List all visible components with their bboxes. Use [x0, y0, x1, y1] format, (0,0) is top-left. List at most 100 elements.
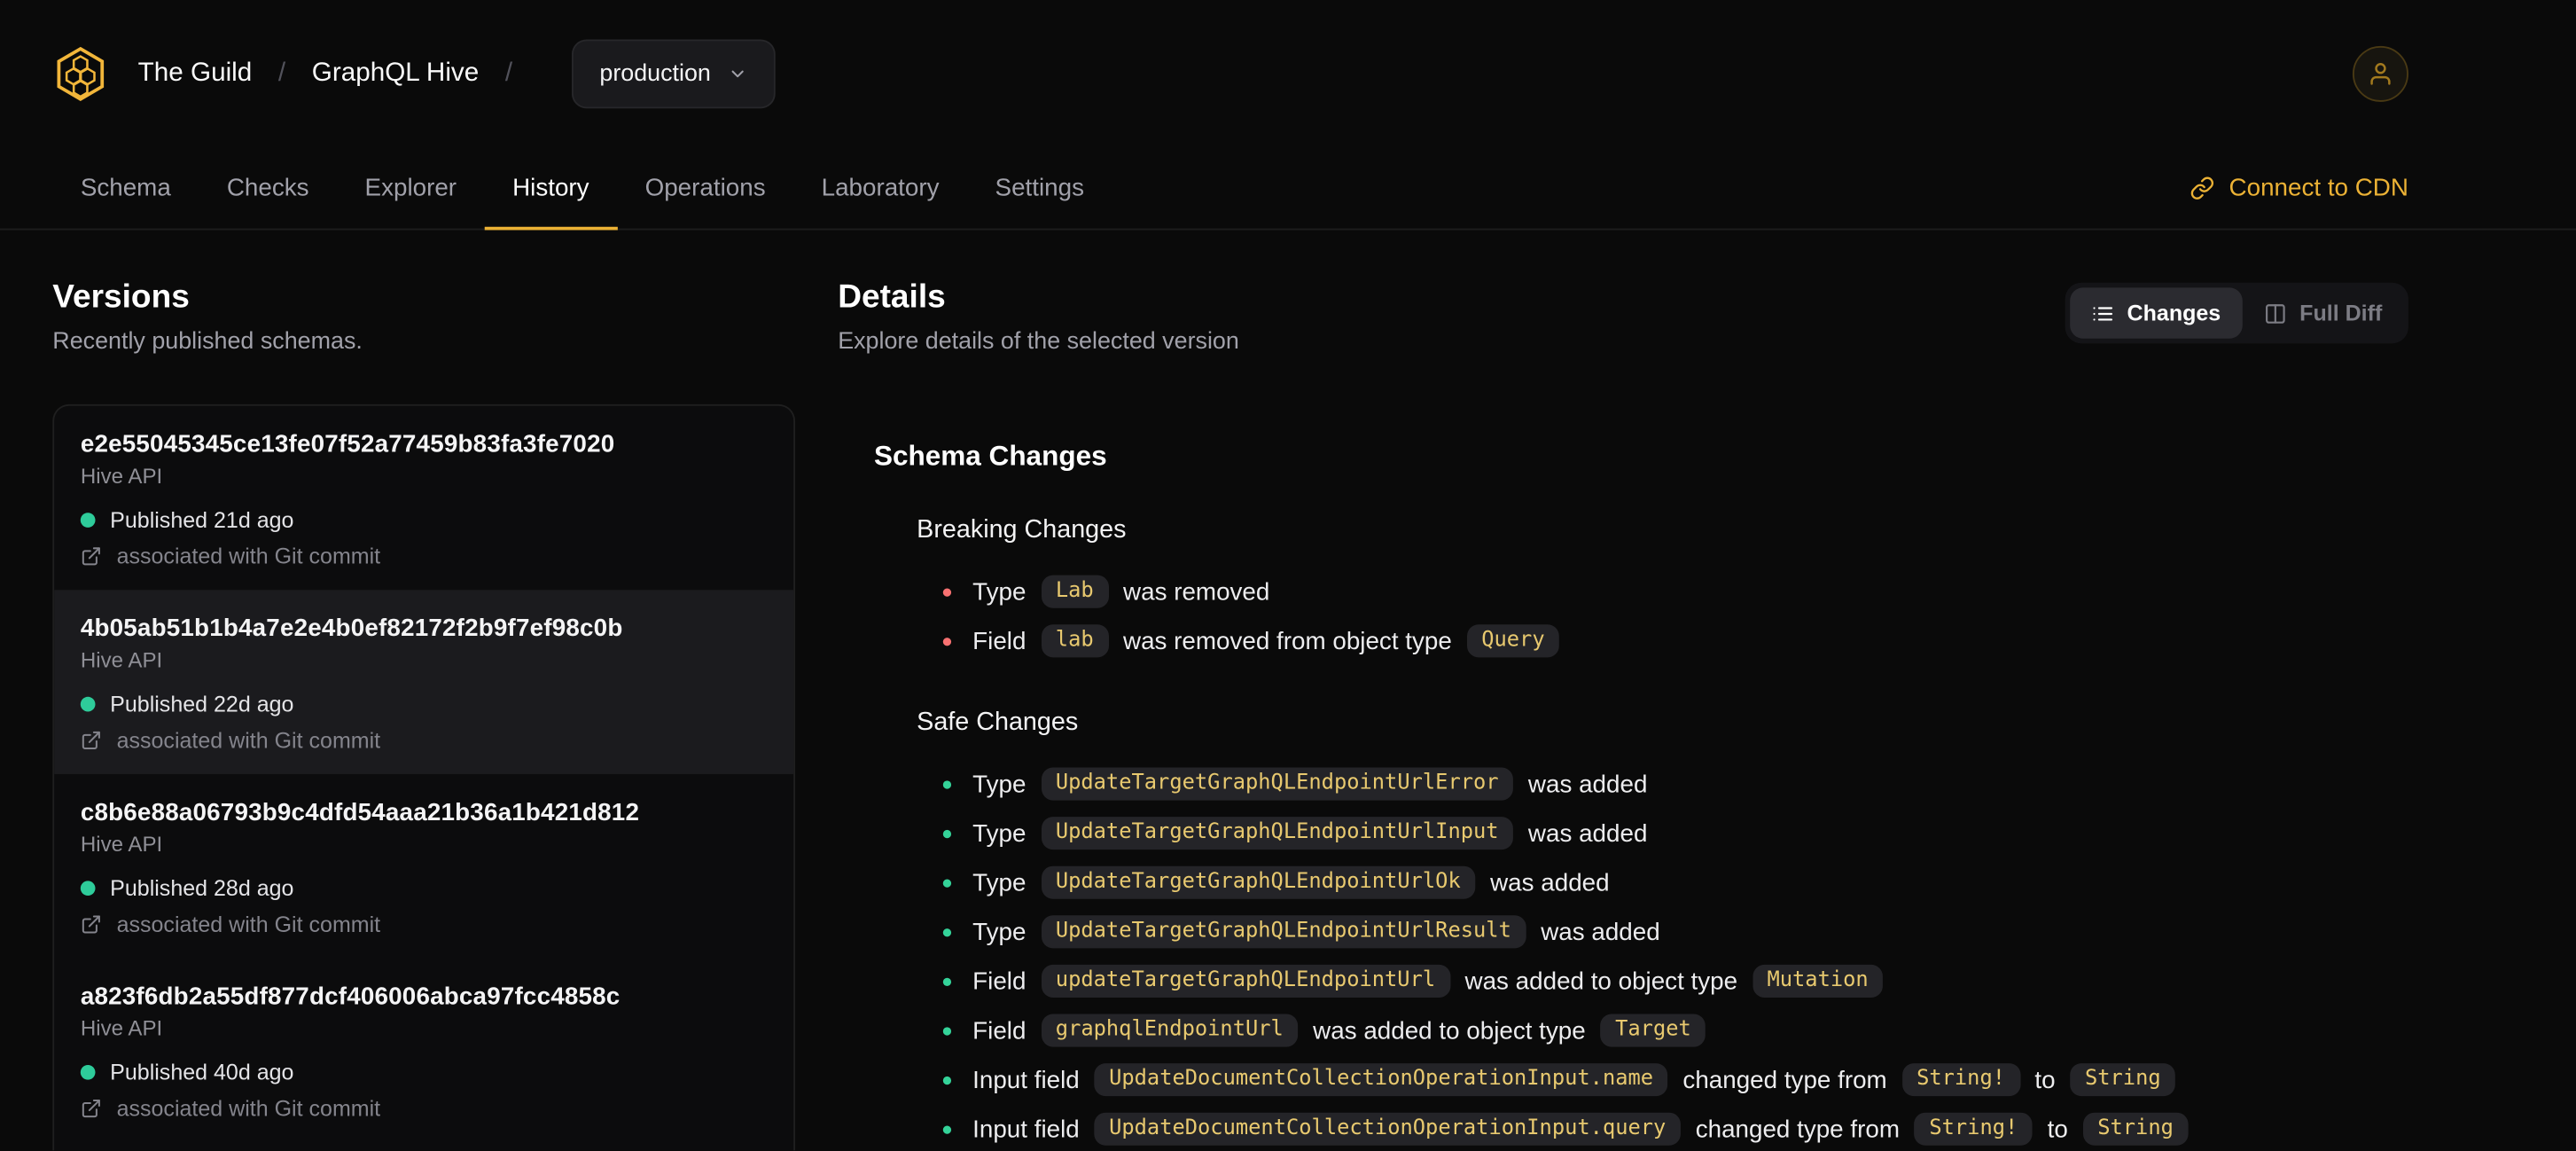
code-chip: UpdateDocumentCollectionOperationInput.n…: [1094, 1062, 1668, 1097]
version-git-commit: associated with Git commit: [116, 728, 381, 753]
version-published: Published 21d ago: [110, 507, 294, 533]
schema-changes: Schema Changes Breaking Changes Type Lab wa…: [838, 441, 2408, 1151]
target-selector-dropdown[interactable]: production: [571, 39, 776, 109]
chevron-down-icon: [727, 64, 746, 83]
code-chip: String!: [1901, 1062, 2020, 1097]
version-git-row[interactable]: associated with Git commit: [81, 728, 768, 753]
details-titles: Details Explore details of the selected …: [838, 230, 1239, 355]
versions-subtitle: Recently published schemas.: [52, 328, 363, 356]
target-selector-value: production: [599, 60, 711, 88]
change-text: Field: [972, 1016, 1026, 1045]
tab-history[interactable]: History: [484, 148, 618, 231]
tab-settings[interactable]: Settings: [967, 148, 1112, 229]
change-text: was added: [1527, 770, 1648, 798]
change-text: Input field: [972, 1065, 1080, 1094]
change-text: to: [2034, 1065, 2056, 1094]
app-header: The Guild / GraphQL Hive / production: [0, 0, 2576, 148]
version-git-row[interactable]: associated with Git commit: [81, 544, 768, 568]
details-title: Details: [838, 279, 946, 316]
user-avatar-button[interactable]: [2352, 45, 2408, 102]
version-published: Published 22d ago: [110, 692, 294, 717]
version-git-row[interactable]: associated with Git commit: [81, 1096, 768, 1121]
change-text: to: [2047, 1115, 2068, 1143]
external-link-icon: [81, 1098, 102, 1119]
version-published-row: Published 40d ago: [80, 1060, 768, 1085]
version-list: e2e55045345ce13fe07f52a77459b83fa3fe7020…: [52, 403, 796, 1151]
version-list-item[interactable]: c8b6e88a06793b9c4dfd54aaa21b36a1b421d812…: [54, 774, 793, 959]
version-git-row[interactable]: associated with Git commit: [81, 912, 768, 936]
version-hash: a823f6db2a55df877dcf406006abca97fcc4858c: [80, 983, 621, 1011]
bullet-dot-icon: [942, 1026, 952, 1035]
code-chip: lab: [1041, 623, 1109, 659]
connect-to-cdn-label: Connect to CDN: [2229, 174, 2408, 202]
version-list-item[interactable]: 4b05ab51b1b4a7e2e4b0ef82172f2b9f7ef98c0b…: [54, 590, 794, 774]
change-text: Type: [972, 918, 1026, 946]
versions-panel: Versions Recently published schemas. e2e…: [52, 230, 796, 1151]
change-text: Type: [972, 770, 1026, 798]
changes-view-button[interactable]: Changes: [2069, 287, 2243, 339]
columns-diff-icon: [2263, 301, 2286, 325]
change-text: Input field: [972, 1115, 1080, 1143]
change-row: Input field UpdateDocumentCollectionOpera…: [917, 1104, 2408, 1151]
breadcrumb-separator: /: [504, 59, 513, 88]
breadcrumb-project[interactable]: GraphQL Hive: [312, 59, 479, 89]
code-chip: UpdateTargetGraphQLEndpointUrlInput: [1041, 816, 1514, 850]
details-header: Details Explore details of the selected …: [838, 230, 2408, 355]
change-text: was added: [1527, 818, 1648, 848]
version-service: Hive API: [80, 463, 163, 489]
tab-checks[interactable]: Checks: [199, 148, 337, 229]
external-link-icon: [81, 730, 102, 751]
view-toggle-group: Changes Full Diff: [2065, 282, 2408, 344]
link-icon: [2190, 176, 2214, 200]
connect-to-cdn-link[interactable]: Connect to CDN: [2190, 148, 2408, 229]
code-chip: Target: [1600, 1013, 1706, 1048]
version-list-item[interactable]: e2e55045345ce13fe07f52a77459b83fa3fe7020…: [54, 406, 793, 591]
change-section-title: Safe Changes: [917, 708, 1079, 737]
full-diff-view-button[interactable]: Full Diff: [2242, 287, 2403, 338]
code-chip: updateTargetGraphQLEndpointUrl: [1041, 964, 1450, 998]
published-dot-icon: [80, 696, 96, 712]
main-content: Versions Recently published schemas. e2e…: [0, 230, 2576, 1151]
bullet-dot-icon: [942, 637, 952, 646]
bullet-dot-icon: [942, 976, 952, 986]
hive-logo-icon[interactable]: [52, 46, 108, 102]
change-row: Field updateTargetGraphQLEndpointUrl was a…: [917, 957, 2408, 1006]
breadcrumb-org[interactable]: The Guild: [138, 59, 253, 89]
change-section-title: Breaking Changes: [917, 515, 1127, 544]
change-text: was removed: [1123, 577, 1270, 606]
schema-changes-sections: Breaking Changes Type Lab was removed Field l…: [874, 516, 2408, 1151]
code-chip: Mutation: [1752, 964, 1884, 998]
bullet-dot-icon: [942, 878, 952, 887]
changes-view-label: Changes: [2127, 301, 2221, 325]
published-dot-icon: [80, 1064, 96, 1080]
code-chip: String!: [1914, 1111, 2033, 1147]
version-published-row: Published 22d ago: [80, 692, 768, 717]
breadcrumb-separator: /: [277, 59, 286, 88]
tab-operations[interactable]: Operations: [617, 148, 793, 229]
change-text: was added: [1490, 868, 1610, 897]
tab-explorer[interactable]: Explorer: [337, 148, 485, 229]
version-service: Hive API: [80, 647, 163, 673]
change-row: Input field UpdateDocumentCollectionOpera…: [917, 1055, 2408, 1105]
code-chip: UpdateTargetGraphQLEndpointUrlResult: [1041, 914, 1526, 950]
tab-schema[interactable]: Schema: [52, 148, 199, 229]
bullet-dot-icon: [942, 1075, 952, 1084]
version-list-item[interactable]: a823f6db2a55df877dcf406006abca97fcc4858c…: [54, 958, 793, 1142]
graphql-hive-app: The Guild / GraphQL Hive / production Sc…: [0, 0, 2576, 1151]
code-chip: Lab: [1041, 574, 1109, 609]
change-text: was added: [1541, 918, 1660, 946]
change-text: Field: [972, 967, 1026, 996]
code-chip: String: [2082, 1111, 2189, 1147]
code-chip: UpdateTargetGraphQLEndpointUrlError: [1041, 766, 1514, 802]
versions-title: Versions: [52, 279, 190, 316]
version-published: Published 28d ago: [110, 875, 294, 901]
bullet-dot-icon: [942, 828, 952, 838]
version-published-row: Published 28d ago: [80, 875, 768, 901]
full-diff-view-label: Full Diff: [2299, 301, 2383, 325]
main-nav: Schema Checks Explorer History Operation…: [0, 148, 2576, 231]
tab-laboratory[interactable]: Laboratory: [793, 148, 967, 229]
bullet-dot-icon: [942, 928, 952, 936]
change-list-safe: Type UpdateTargetGraphQLEndpointUrlError w…: [917, 759, 2408, 1151]
code-chip: Query: [1466, 623, 1560, 659]
version-published: Published 40d ago: [110, 1060, 294, 1085]
